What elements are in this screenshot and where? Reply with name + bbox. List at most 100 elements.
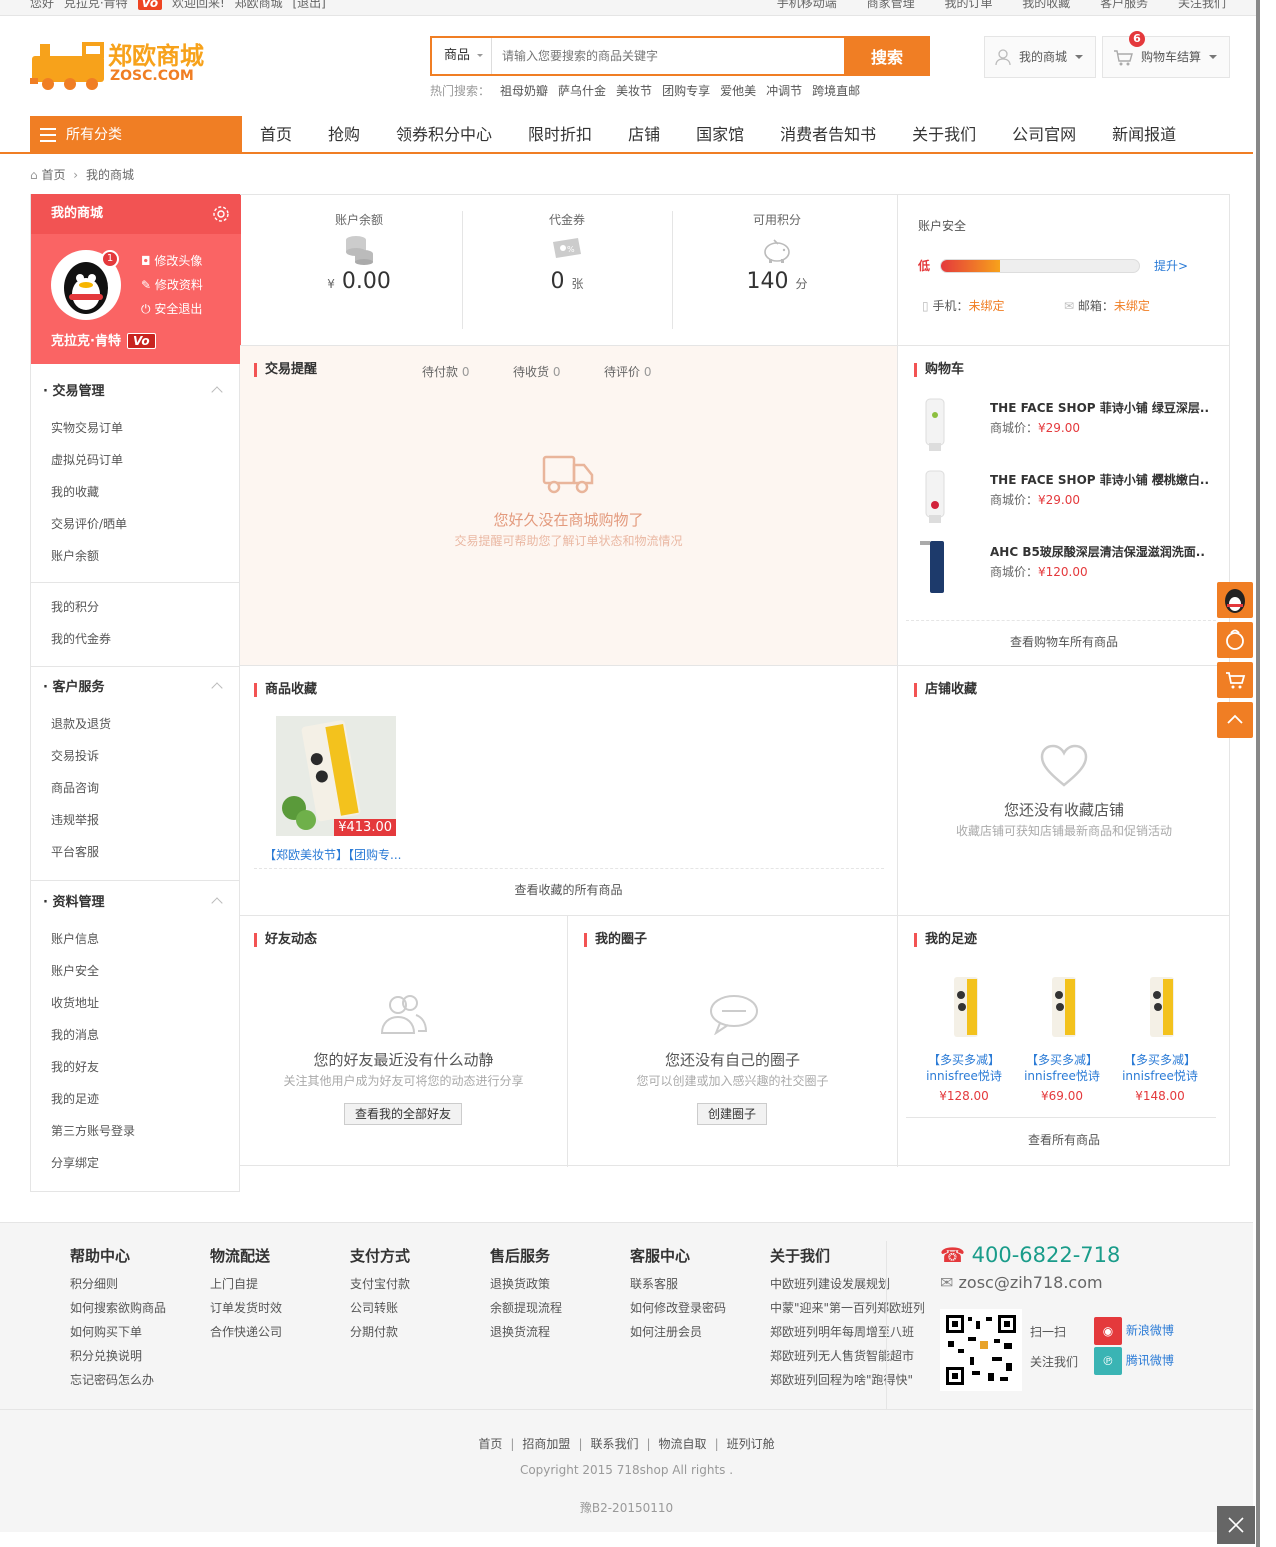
sina-weibo-link[interactable]: ◉ 新浪微博	[1094, 1317, 1174, 1345]
footer-link[interactable]: 上门自提	[210, 1272, 350, 1296]
footer-link[interactable]: 如何购买下单	[70, 1320, 210, 1344]
footprint-item-name[interactable]: innisfree悦诗	[916, 1068, 1012, 1084]
top-username[interactable]: 克拉克·肯特	[64, 0, 128, 10]
hot-item[interactable]: 爱他美	[720, 84, 756, 98]
float-qq-button[interactable]	[1217, 582, 1253, 618]
gear-icon[interactable]	[211, 204, 231, 224]
customer-service-link[interactable]: 客户服务	[1100, 0, 1148, 10]
tab-pending-review[interactable]: 待评价 0	[604, 363, 651, 380]
sidebar-item-account-security[interactable]: 账户安全	[31, 955, 239, 987]
site-logo[interactable]: 郑欧商城 ZOSC.COM	[30, 34, 210, 94]
tencent-weibo-link[interactable]: ℗ 腾讯微博	[1094, 1347, 1174, 1375]
nav-news[interactable]: 新闻报道	[1094, 116, 1194, 154]
my-orders-link[interactable]: 我的订单	[944, 0, 992, 10]
create-circle-button[interactable]: 创建圈子	[697, 1103, 767, 1125]
cart-item[interactable]: THE FACE SHOP 菲诗小铺 樱桃嫩白.. 商城价：¥29.00	[914, 465, 1214, 525]
footer-link[interactable]: 合作快递公司	[210, 1320, 350, 1344]
footer-link[interactable]: 退换货流程	[490, 1320, 630, 1344]
hot-item[interactable]: 美妆节	[616, 84, 652, 98]
seller-link[interactable]: 商家管理	[867, 0, 915, 10]
follow-us-link[interactable]: 关注我们	[1178, 0, 1226, 10]
sidebar-item-third-party-login[interactable]: 第三方账号登录	[31, 1115, 239, 1147]
footer-link[interactable]: 积分兑换说明	[70, 1344, 210, 1368]
hot-item[interactable]: 冲调节	[766, 84, 802, 98]
nav-consumer-notice[interactable]: 消费者告知书	[762, 116, 894, 154]
coupon-stat[interactable]: 代金券 % 0 张	[462, 211, 672, 294]
nav-stores[interactable]: 店铺	[610, 116, 678, 154]
view-all-friends-button[interactable]: 查看我的全部好友	[344, 1103, 462, 1125]
my-mall-button[interactable]: 我的商城	[984, 36, 1096, 78]
sidebar-item-coupons[interactable]: 我的代金券	[31, 623, 239, 655]
cart-button[interactable]: 6 购物车结算	[1102, 31, 1230, 78]
group-title-service[interactable]: · 客户服务	[31, 670, 239, 706]
nav-official-site[interactable]: 公司官网	[994, 116, 1094, 154]
service-email[interactable]: ✉ zosc@zih718.com	[940, 1273, 1103, 1292]
footprint-item[interactable]: 【多买多减】 innisfree悦诗 ¥69.00	[1014, 971, 1110, 1106]
sidebar-item-reviews[interactable]: 交易评价/晒单	[31, 508, 239, 540]
sidebar-item-physical-orders[interactable]: 实物交易订单	[31, 412, 239, 444]
footer-bottom-link[interactable]: 联系我们	[590, 1437, 638, 1451]
footer-link[interactable]: 忘记密码怎么办	[70, 1368, 210, 1392]
sidebar-item-refunds[interactable]: 退款及退货	[31, 708, 239, 740]
group-title-trade[interactable]: · 交易管理	[31, 374, 239, 410]
footer-link[interactable]: 郑欧班列无人售货智能超市	[770, 1344, 924, 1368]
footer-link[interactable]: 订单发货时效	[210, 1296, 350, 1320]
favorite-product-name[interactable]: 【郑欧美妆节】【团购专...	[264, 846, 414, 863]
cart-item[interactable]: THE FACE SHOP 菲诗小铺 绿豆深层.. 商城价：¥29.00	[914, 393, 1214, 453]
footer-link[interactable]: 支付宝付款	[350, 1272, 490, 1296]
float-cart-button[interactable]	[1217, 662, 1253, 698]
footprint-item-name[interactable]: innisfree悦诗	[1112, 1068, 1208, 1084]
sidebar-item-address[interactable]: 收货地址	[31, 987, 239, 1019]
footer-link[interactable]: 联系客服	[630, 1272, 770, 1296]
footer-link[interactable]: 退换货政策	[490, 1272, 630, 1296]
sidebar-item-consult[interactable]: 商品咨询	[31, 772, 239, 804]
view-cart-link[interactable]: 查看购物车所有商品	[898, 633, 1230, 650]
footer-link[interactable]: 公司转账	[350, 1296, 490, 1320]
search-input[interactable]	[494, 38, 844, 74]
nav-flash-sale[interactable]: 抢购	[310, 116, 378, 154]
group-title-profile[interactable]: · 资料管理	[31, 885, 239, 921]
nav-discount[interactable]: 限时折扣	[510, 116, 610, 154]
sidebar-item-share-binding[interactable]: 分享绑定	[31, 1147, 239, 1179]
my-favorites-link[interactable]: 我的收藏	[1022, 0, 1070, 10]
hot-item[interactable]: 祖母奶瓣	[500, 84, 548, 98]
site-name-link[interactable]: 郑欧商城	[235, 0, 283, 10]
footprint-item[interactable]: 【多买多减】 innisfree悦诗 ¥128.00	[916, 971, 1012, 1106]
nav-coupon-center[interactable]: 领券积分中心	[378, 116, 510, 154]
footer-bottom-link[interactable]: 首页	[478, 1437, 502, 1451]
tab-pending-payment[interactable]: 待付款 0	[422, 363, 469, 380]
cart-item[interactable]: AHC B5玻尿酸深层清洁保湿滋润洗面.. 商城价：¥120.00	[914, 537, 1214, 597]
cart-item-name[interactable]: THE FACE SHOP 菲诗小铺 绿豆深层..	[990, 399, 1210, 416]
footer-link[interactable]: 中欧班列建设发展规划	[770, 1272, 924, 1296]
footer-link[interactable]: 中蒙"迎来"第一百列郑欧班列	[770, 1296, 924, 1320]
sidebar-item-platform-service[interactable]: 平台客服	[31, 836, 239, 868]
sidebar-item-friends[interactable]: 我的好友	[31, 1051, 239, 1083]
balance-stat[interactable]: 账户余额 ¥ 0.00	[254, 211, 464, 294]
footer-link[interactable]: 郑欧班列明年每周增至八班	[770, 1320, 924, 1344]
nav-about[interactable]: 关于我们	[894, 116, 994, 154]
nav-home[interactable]: 首页	[242, 116, 310, 154]
edit-profile-link[interactable]: ✎ 修改资料	[141, 276, 203, 293]
footer-bottom-link[interactable]: 招商加盟	[522, 1437, 570, 1451]
view-favorites-link[interactable]: 查看收藏的所有商品	[240, 881, 897, 898]
cart-item-name[interactable]: THE FACE SHOP 菲诗小铺 樱桃嫩白..	[990, 471, 1210, 488]
footer-link[interactable]: 积分细则	[70, 1272, 210, 1296]
footer-link[interactable]: 郑欧班列回程为啥"跑得快"	[770, 1368, 924, 1392]
sidebar-item-complaints[interactable]: 交易投诉	[31, 740, 239, 772]
sidebar-item-favorites[interactable]: 我的收藏	[31, 476, 239, 508]
phone-binding[interactable]: ▯ 手机：未绑定	[922, 297, 1004, 314]
close-button[interactable]	[1217, 1506, 1255, 1544]
sidebar-item-footprint[interactable]: 我的足迹	[31, 1083, 239, 1115]
email-binding[interactable]: ✉ 邮箱：未绑定	[1064, 297, 1150, 314]
points-stat[interactable]: 可用积分 140 分	[672, 211, 882, 294]
mobile-link[interactable]: 手机移动端	[777, 0, 837, 10]
footer-link[interactable]: 余额提现流程	[490, 1296, 630, 1320]
breadcrumb-home[interactable]: 首页	[41, 168, 65, 182]
footer-link[interactable]: 如何修改登录密码	[630, 1296, 770, 1320]
logout-link[interactable]: [退出]	[292, 0, 325, 10]
sidebar-item-account-info[interactable]: 账户信息	[31, 923, 239, 955]
float-points-button[interactable]	[1217, 622, 1253, 658]
footer-link[interactable]: 分期付款	[350, 1320, 490, 1344]
all-categories-button[interactable]: 所有分类	[30, 116, 242, 154]
tab-pending-receipt[interactable]: 待收货 0	[513, 363, 560, 380]
